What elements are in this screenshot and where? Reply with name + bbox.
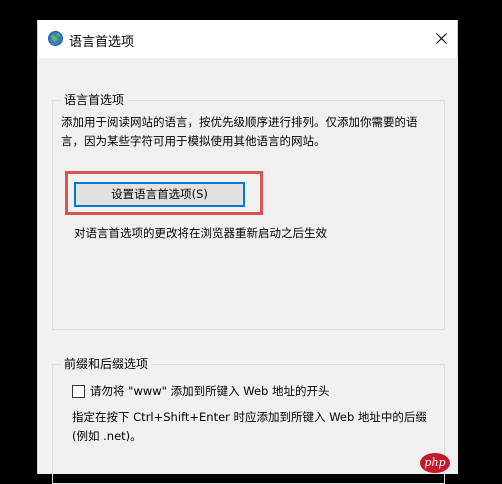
close-icon <box>436 33 447 44</box>
www-checkbox-label[interactable]: 请勿将 "www" 添加到所键入 Web 地址的开头 <box>90 383 330 399</box>
language-description: 添加用于阅读网站的语言，按优先级顺序进行排列。仅添加你需要的语言，因为某些字符可… <box>61 115 418 148</box>
close-button[interactable] <box>427 20 457 56</box>
language-preferences-legend: 语言首选项 <box>61 91 128 108</box>
title-bar: 语言首选项 <box>38 20 457 58</box>
language-preferences-dialog: 语言首选项 语言首选项 添加用于阅读网站的语言，按优先级顺序进行排列。仅添加你需… <box>37 20 458 484</box>
window-title: 语言首选项 <box>69 35 135 50</box>
php-watermark-logo: php <box>420 453 450 473</box>
dialog-body: 语言首选项 添加用于阅读网站的语言，按优先级顺序进行排列。仅添加你需要的语言，因… <box>39 58 458 484</box>
globe-icon <box>47 30 64 47</box>
prefix-suffix-legend: 前缀和后缀选项 <box>61 355 152 372</box>
restart-note: 对语言首选项的更改将在浏览器重新启动之后生效 <box>74 226 327 240</box>
www-checkbox[interactable] <box>72 385 85 398</box>
suffix-description: 指定在按下 Ctrl+Shift+Enter 时应添加到所键入 Web 地址中的… <box>72 410 427 443</box>
set-language-preferences-button[interactable]: 设置语言首选项(S) <box>74 182 245 207</box>
